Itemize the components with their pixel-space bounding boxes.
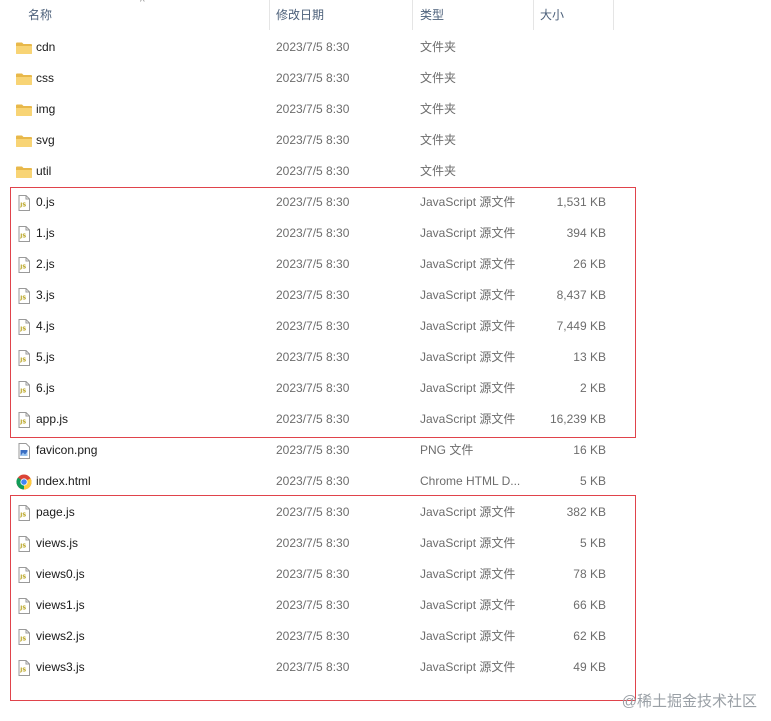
folder-icon (15, 70, 33, 88)
folder-icon (15, 101, 33, 119)
file-row[interactable]: util 2023/7/5 8:30 文件夹 (0, 156, 620, 187)
file-modified-date: 2023/7/5 8:30 (276, 443, 350, 457)
column-type-header[interactable]: 类型 (420, 0, 444, 30)
highlight-box-chunk-files (10, 187, 636, 438)
file-name: favicon.png (36, 443, 98, 457)
file-modified-date: 2023/7/5 8:30 (276, 102, 350, 116)
file-size (540, 94, 606, 125)
file-modified-date: 2023/7/5 8:30 (276, 71, 350, 85)
chrome-html-icon (15, 473, 33, 491)
watermark: @稀土掘金技术社区 (621, 693, 757, 710)
file-type: 文件夹 (420, 133, 457, 147)
file-name: img (36, 102, 56, 116)
image-file-icon (15, 442, 33, 460)
sort-ascending-icon: ^ (140, 0, 145, 8)
column-divider[interactable] (613, 0, 614, 30)
file-type: Chrome HTML D... (420, 474, 521, 488)
file-size: 5 KB (579, 474, 606, 488)
file-size (540, 125, 606, 156)
column-divider[interactable] (533, 0, 534, 30)
column-divider[interactable] (412, 0, 413, 30)
file-row[interactable]: css 2023/7/5 8:30 文件夹 (0, 63, 620, 94)
file-modified-date: 2023/7/5 8:30 (276, 40, 350, 54)
file-modified-date: 2023/7/5 8:30 (276, 164, 350, 178)
column-header: 名称 ^ 修改日期 类型 大小 (0, 0, 614, 30)
file-size (540, 156, 606, 187)
file-type: 文件夹 (420, 102, 457, 116)
file-name: util (36, 164, 52, 178)
column-name-header[interactable]: 名称 (28, 0, 52, 30)
file-type: 文件夹 (420, 71, 457, 85)
file-row[interactable]: cdn 2023/7/5 8:30 文件夹 (0, 32, 620, 63)
file-type: 文件夹 (420, 164, 457, 178)
file-row[interactable]: img 2023/7/5 8:30 文件夹 (0, 94, 620, 125)
column-divider[interactable] (269, 0, 270, 30)
file-modified-date: 2023/7/5 8:30 (276, 133, 350, 147)
column-date-header[interactable]: 修改日期 (276, 0, 324, 30)
file-name: svg (36, 133, 55, 147)
file-name: css (36, 71, 54, 85)
file-modified-date: 2023/7/5 8:30 (276, 474, 350, 488)
file-row[interactable]: favicon.png 2023/7/5 8:30 PNG 文件 16 KB (0, 435, 620, 466)
column-size-header[interactable]: 大小 (540, 0, 564, 30)
file-row[interactable]: svg 2023/7/5 8:30 文件夹 (0, 125, 620, 156)
file-size (540, 63, 606, 94)
file-name: index.html (36, 474, 91, 488)
highlight-box-view-files (10, 495, 636, 701)
file-size: 16 KB (573, 443, 606, 457)
folder-icon (15, 163, 33, 181)
folder-icon (15, 132, 33, 150)
folder-icon (15, 39, 33, 57)
file-type: PNG 文件 (420, 443, 474, 457)
file-type: 文件夹 (420, 40, 457, 54)
file-row[interactable]: index.html 2023/7/5 8:30 Chrome HTML D... 5… (0, 466, 620, 497)
file-size (540, 32, 606, 63)
file-name: cdn (36, 40, 56, 54)
